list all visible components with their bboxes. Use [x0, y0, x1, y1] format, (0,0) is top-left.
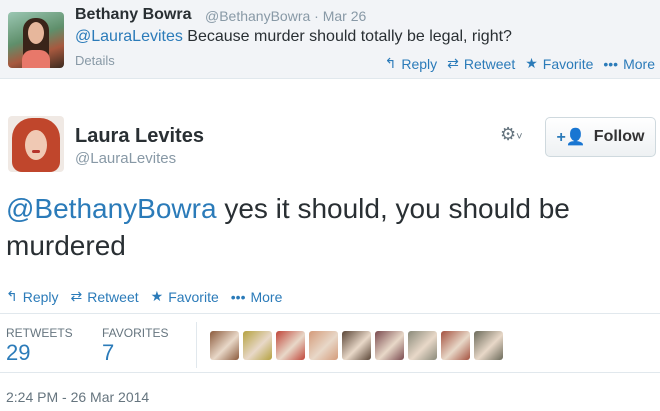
tweet-body: Because murder should totally be legal, …: [182, 28, 512, 45]
retweet-button[interactable]: ⇄ Retweet: [447, 55, 515, 72]
dots-icon: •••: [230, 288, 246, 305]
favorites-label: FAVORITES: [102, 326, 169, 340]
tweet-timestamp[interactable]: 2:24 PM - 26 Mar 2014: [6, 389, 149, 405]
parent-tweet-text: @LauraLevites Because murder should tota…: [75, 28, 512, 46]
star-icon: ★: [525, 55, 538, 71]
reply-button[interactable]: ↰ Reply: [385, 55, 438, 72]
main-author-name[interactable]: Laura Levites: [75, 125, 204, 148]
retweets-label: RETWEETS: [6, 326, 73, 340]
favorites-count[interactable]: 7: [102, 340, 114, 366]
favoriter-avatar[interactable]: [408, 331, 437, 360]
favorite-button[interactable]: ★ Favorite: [525, 55, 593, 72]
more-button[interactable]: ••• More: [231, 288, 283, 305]
reply-label: Reply: [401, 55, 438, 72]
favoriter-avatar[interactable]: [441, 331, 470, 360]
favorite-label: Favorite: [168, 288, 219, 305]
parent-author-handle[interactable]: @BethanyBowra · Mar 26: [205, 8, 366, 24]
mention-link[interactable]: @BethanyBowra: [6, 193, 217, 224]
parent-author-name[interactable]: Bethany Bowra: [75, 6, 191, 24]
reply-label: Reply: [22, 288, 59, 305]
laura-avatar[interactable]: [8, 116, 64, 172]
dots-icon: •••: [603, 55, 619, 72]
more-button[interactable]: ••• More: [603, 55, 655, 72]
gear-icon[interactable]: ⚙˅: [500, 124, 523, 145]
divider: [0, 313, 660, 314]
main-actions: ↰ Reply ⇄ Retweet ★ Favorite ••• More: [6, 288, 282, 305]
details-link[interactable]: Details: [75, 53, 115, 68]
retweet-icon: ⇄: [447, 55, 459, 71]
more-label: More: [250, 288, 283, 305]
follow-button[interactable]: +👤 Follow: [545, 117, 656, 157]
retweet-button[interactable]: ⇄ Retweet: [71, 288, 139, 305]
stats-divider: [196, 322, 197, 368]
retweet-label: Retweet: [87, 288, 139, 305]
tweet-date[interactable]: · Mar 26: [314, 8, 366, 24]
handle-text: @BethanyBowra: [205, 8, 311, 24]
parent-tweet: Bethany Bowra @BethanyBowra · Mar 26 @La…: [0, 0, 660, 79]
favorite-label: Favorite: [542, 55, 594, 72]
add-user-icon: +👤: [556, 129, 586, 146]
favorite-button[interactable]: ★ Favorite: [151, 288, 219, 305]
more-label: More: [623, 55, 655, 72]
main-author-handle[interactable]: @LauraLevites: [75, 150, 176, 167]
favoriter-avatar[interactable]: [309, 331, 338, 360]
reply-icon: ↰: [6, 288, 18, 304]
reply-button[interactable]: ↰ Reply: [6, 288, 59, 305]
favoriter-avatar[interactable]: [474, 331, 503, 360]
retweet-icon: ⇄: [70, 288, 83, 304]
parent-actions: ↰ Reply ⇄ Retweet ★ Favorite ••• More: [385, 55, 655, 72]
favoriter-avatar[interactable]: [276, 331, 305, 360]
divider: [0, 372, 660, 373]
favoriter-avatar[interactable]: [210, 331, 239, 360]
favoriter-avatars: [210, 331, 503, 360]
retweet-label: Retweet: [463, 55, 516, 72]
favoriter-avatar[interactable]: [375, 331, 404, 360]
star-icon: ★: [150, 288, 164, 304]
retweets-count[interactable]: 29: [6, 340, 30, 366]
bethany-avatar[interactable]: [8, 12, 64, 68]
main-tweet-text: @BethanyBowra yes it should, you should …: [6, 190, 656, 264]
follow-label: Follow: [593, 128, 645, 145]
chevron-down-icon: ˅: [516, 131, 523, 143]
reply-icon: ↰: [384, 55, 397, 71]
mention-link[interactable]: @LauraLevites: [75, 28, 183, 45]
favoriter-avatar[interactable]: [342, 331, 371, 360]
favoriter-avatar[interactable]: [243, 331, 272, 360]
